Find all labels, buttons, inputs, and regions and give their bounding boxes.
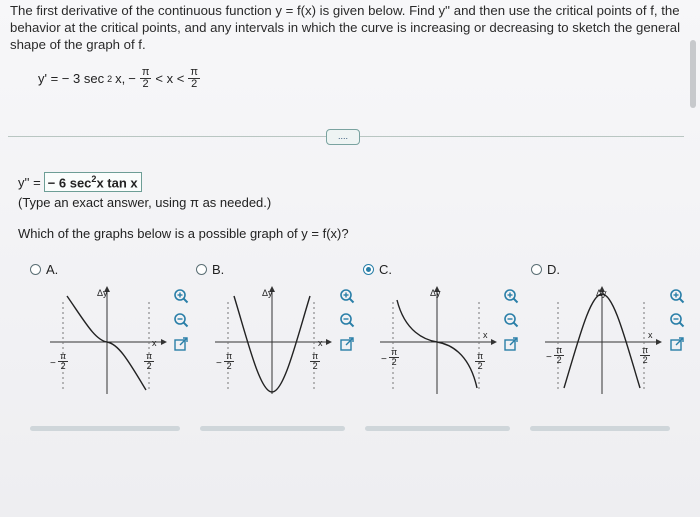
- tick-pi2-c: π2: [475, 351, 486, 371]
- x-axis-label-c: x: [483, 330, 488, 340]
- footer-bar: [530, 426, 670, 431]
- tick-neg-pi2-c: π2: [389, 347, 400, 367]
- graph-b: [215, 286, 332, 394]
- tools-a: [172, 287, 190, 353]
- tools-d: [668, 287, 686, 353]
- radio-c[interactable]: [363, 264, 374, 275]
- open-external-icon[interactable]: [172, 335, 190, 353]
- option-b[interactable]: B.: [196, 262, 224, 277]
- neg-pi-over-2: π2: [139, 66, 152, 90]
- zoom-out-icon[interactable]: [502, 311, 520, 329]
- y-axis-label-d: Δy: [596, 288, 607, 298]
- zoom-in-icon[interactable]: [502, 287, 520, 305]
- tick-neg-a: −: [50, 358, 56, 369]
- radio-b[interactable]: [196, 264, 207, 275]
- answer-row: y'' = − 6 sec2x tan x: [18, 172, 142, 193]
- graph-d: [545, 286, 662, 394]
- zoom-out-icon[interactable]: [668, 311, 686, 329]
- tick-pi2-a: π2: [144, 351, 155, 371]
- answer-hint: (Type an exact answer, using π as needed…: [18, 195, 272, 210]
- tick-neg-b: −: [216, 358, 222, 369]
- tick-neg-c: −: [381, 354, 387, 365]
- open-external-icon[interactable]: [668, 335, 686, 353]
- tick-neg-pi2-d: π2: [554, 345, 565, 365]
- radio-a[interactable]: [30, 264, 41, 275]
- which-question: Which of the graphs below is a possible …: [18, 226, 349, 241]
- tools-b: [338, 287, 356, 353]
- graph-c: [380, 286, 497, 394]
- y-axis-label-b: Δy: [262, 288, 273, 298]
- zoom-out-icon[interactable]: [172, 311, 190, 329]
- scrollbar[interactable]: [690, 40, 696, 108]
- zoom-in-icon[interactable]: [172, 287, 190, 305]
- zoom-in-icon[interactable]: [338, 287, 356, 305]
- question-page: The first derivative of the continuous f…: [0, 0, 700, 517]
- given-derivative: y' = − 3 sec 2 x, − π2 < x < π2: [38, 66, 200, 90]
- open-external-icon[interactable]: [502, 335, 520, 353]
- footer-bar: [30, 426, 180, 431]
- footer-bar: [200, 426, 345, 431]
- y-axis-label-a: Δy: [97, 288, 108, 298]
- answer-prefix: y'' =: [18, 174, 41, 190]
- tick-pi2-d: π2: [640, 345, 651, 365]
- radio-d[interactable]: [531, 264, 542, 275]
- option-c[interactable]: C.: [363, 262, 392, 277]
- answer-box[interactable]: − 6 sec2x tan x: [43, 172, 142, 193]
- x-axis-label-d: x: [648, 330, 653, 340]
- zoom-out-icon[interactable]: [338, 311, 356, 329]
- footer-bar: [365, 426, 510, 431]
- open-external-icon[interactable]: [338, 335, 356, 353]
- y-axis-label-c: Δy: [430, 288, 441, 298]
- x-axis-label-a: x: [152, 338, 157, 348]
- x-axis-label-b: x: [318, 338, 323, 348]
- tick-neg-d: −: [546, 352, 552, 363]
- tick-pi2-b: π2: [310, 351, 321, 371]
- option-d[interactable]: D.: [531, 262, 560, 277]
- tick-neg-pi2-a: π2: [58, 351, 69, 371]
- question-text: The first derivative of the continuous f…: [10, 3, 680, 52]
- tick-neg-pi2-b: π2: [224, 351, 235, 371]
- pi-over-2: π2: [188, 66, 200, 90]
- more-button[interactable]: ....: [326, 129, 360, 145]
- tools-c: [502, 287, 520, 353]
- option-a[interactable]: A.: [30, 262, 58, 277]
- zoom-in-icon[interactable]: [668, 287, 686, 305]
